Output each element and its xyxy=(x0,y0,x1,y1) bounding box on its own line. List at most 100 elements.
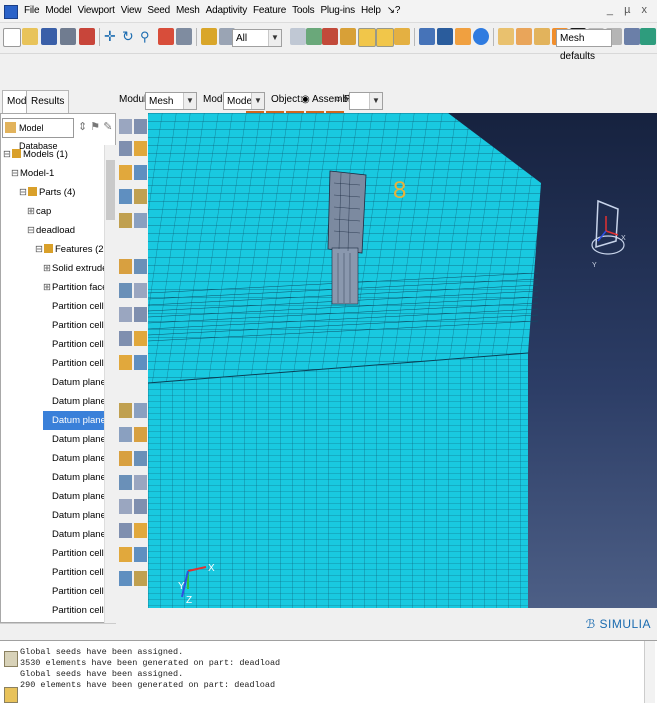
rotate-icon[interactable]: ↻ xyxy=(122,28,138,45)
mesh-viewport-svg[interactable]: 8 X Y Z X Y xyxy=(148,113,657,608)
model-database-combo[interactable]: Model Database xyxy=(2,118,74,151)
mesh-tool-icon[interactable] xyxy=(134,259,147,274)
mesh-tool-icon[interactable] xyxy=(119,307,132,322)
tree-hscrollbar[interactable] xyxy=(0,623,116,638)
save-icon[interactable] xyxy=(41,28,57,45)
box-select-icon[interactable] xyxy=(306,28,322,45)
mesh-tool-icon[interactable] xyxy=(134,547,147,562)
replace-icon[interactable] xyxy=(516,28,532,45)
tree-row[interactable]: Partition cell-8 xyxy=(43,601,112,620)
auto-fit-icon[interactable] xyxy=(176,28,192,45)
tree-row[interactable]: ⊟ Parts (4) xyxy=(19,183,75,202)
mesh-tool-icon[interactable] xyxy=(134,141,147,156)
part-combo[interactable]: ▼ xyxy=(349,92,383,110)
grid-icon[interactable] xyxy=(624,28,640,45)
message-scrollbar[interactable] xyxy=(644,641,655,703)
tree-row[interactable]: ⊟ Features (23) xyxy=(35,240,112,259)
tab-results[interactable]: Results xyxy=(26,90,70,113)
tree-expander-icon[interactable]: ⊟ xyxy=(3,145,12,164)
mesh-tool-icon[interactable] xyxy=(119,475,132,490)
new-file-icon[interactable] xyxy=(3,28,21,47)
menu-item-7[interactable]: Feature xyxy=(253,0,286,22)
display-group-icon[interactable] xyxy=(498,28,514,45)
tree-expander-icon[interactable]: ⊞ xyxy=(27,202,36,221)
menu-item-11[interactable]: ↘? xyxy=(387,0,401,22)
query-icon[interactable] xyxy=(79,28,95,45)
menu-item-1[interactable]: Model xyxy=(45,0,71,22)
mesh-tool-icon[interactable] xyxy=(134,451,147,466)
menu-item-10[interactable]: Help xyxy=(361,0,381,22)
tree-row[interactable]: Partition cell-1 xyxy=(43,297,112,316)
filled-icon[interactable] xyxy=(394,28,410,45)
tree-row[interactable]: ⊟deadload xyxy=(27,221,75,240)
mesh-tool-icon[interactable] xyxy=(119,523,132,538)
menu-item-4[interactable]: Seed xyxy=(147,0,170,22)
mesh-tool-icon[interactable] xyxy=(119,283,132,298)
abaqus-app-icon[interactable] xyxy=(4,5,18,19)
tree-row[interactable]: Partition cell-4 xyxy=(43,354,112,373)
hidden-line-icon[interactable] xyxy=(376,28,394,47)
view-front-icon[interactable] xyxy=(437,28,453,45)
pick-icon[interactable] xyxy=(290,28,306,45)
menu-item-3[interactable]: View xyxy=(121,0,142,22)
tree-expander-icon[interactable]: ⊟ xyxy=(19,183,28,202)
menu-item-2[interactable]: Viewport xyxy=(78,0,115,22)
tree-scroll-thumb[interactable] xyxy=(106,160,115,220)
highlight-icon[interactable] xyxy=(322,28,338,45)
tree-row[interactable]: ⊟Model-1 xyxy=(11,164,54,183)
mesh-tool-icon[interactable] xyxy=(119,141,132,156)
view-side-icon[interactable] xyxy=(455,28,471,45)
print-icon[interactable] xyxy=(60,28,76,45)
mesh-tool-icon[interactable] xyxy=(134,427,147,442)
mesh-tool-icon[interactable] xyxy=(134,523,147,538)
mesh-tool-icon[interactable] xyxy=(134,119,147,134)
tree-expander-icon[interactable]: ⊞ xyxy=(43,259,52,278)
model-combo[interactable]: Model-1 ▼ xyxy=(223,92,265,110)
menu-item-6[interactable]: Adaptivity xyxy=(206,0,248,22)
tree-expander-icon[interactable]: ⊟ xyxy=(35,240,44,259)
mesh-tool-icon[interactable] xyxy=(119,213,132,228)
mesh-tool-icon[interactable] xyxy=(119,403,132,418)
mesh-defaults-combo[interactable]: Mesh defaults xyxy=(556,29,612,62)
shade-icon[interactable] xyxy=(340,28,356,45)
mesh-tool-icon[interactable] xyxy=(134,403,147,418)
menu-item-0[interactable]: File xyxy=(24,0,40,22)
mesh-tool-icon[interactable] xyxy=(134,165,147,180)
mesh-tool-icon[interactable] xyxy=(134,189,147,204)
mesh-tool-icon[interactable] xyxy=(119,189,132,204)
pan-icon[interactable]: ✛ xyxy=(104,28,120,45)
mesh-tool-icon[interactable] xyxy=(119,331,132,346)
mesh-front-face[interactable] xyxy=(148,353,528,608)
open-folder-icon[interactable] xyxy=(22,28,38,45)
mesh-defaults-icon[interactable] xyxy=(640,28,656,45)
mesh-tool-icon[interactable] xyxy=(134,331,147,346)
mesh-tool-icon[interactable] xyxy=(119,165,132,180)
tree-row[interactable]: ⊞cap xyxy=(27,202,51,221)
mesh-tool-icon[interactable] xyxy=(134,213,147,228)
zoom-icon[interactable]: ⚲ xyxy=(140,28,156,45)
add-icon[interactable] xyxy=(534,28,550,45)
mesh-tool-icon[interactable] xyxy=(134,355,147,370)
mesh-tool-icon[interactable] xyxy=(134,307,147,322)
tree-row[interactable]: Partition cell-6 xyxy=(43,563,112,582)
mesh-tool-icon[interactable] xyxy=(134,571,147,586)
mesh-tool-icon[interactable] xyxy=(134,475,147,490)
tree-tools[interactable]: ⇕ ⚑ ✎ xyxy=(78,120,112,133)
tree-row[interactable]: ⊟ Models (1) xyxy=(3,145,68,164)
mesh-tool-icon[interactable] xyxy=(119,355,132,370)
command-icon[interactable] xyxy=(4,687,18,703)
tree-expander-icon[interactable]: ⊟ xyxy=(27,221,36,240)
tree-scrollbar[interactable] xyxy=(104,145,116,623)
mesh-tool-icon[interactable] xyxy=(119,571,132,586)
tree-row[interactable]: Partition cell-2 xyxy=(43,316,112,335)
info-icon[interactable] xyxy=(473,28,489,45)
menu-item-5[interactable]: Mesh xyxy=(176,0,200,22)
window-controls[interactable]: _ µ x xyxy=(607,4,651,16)
mesh-tool-icon[interactable] xyxy=(119,547,132,562)
tree-row[interactable]: Partition cell-3 xyxy=(43,335,112,354)
render-icon[interactable] xyxy=(201,28,217,45)
module-combo[interactable]: Mesh ▼ xyxy=(145,92,197,110)
box-zoom-icon[interactable] xyxy=(158,28,174,45)
wireframe-icon[interactable] xyxy=(358,28,376,47)
tree-expander-icon[interactable]: ⊞ xyxy=(43,278,52,297)
